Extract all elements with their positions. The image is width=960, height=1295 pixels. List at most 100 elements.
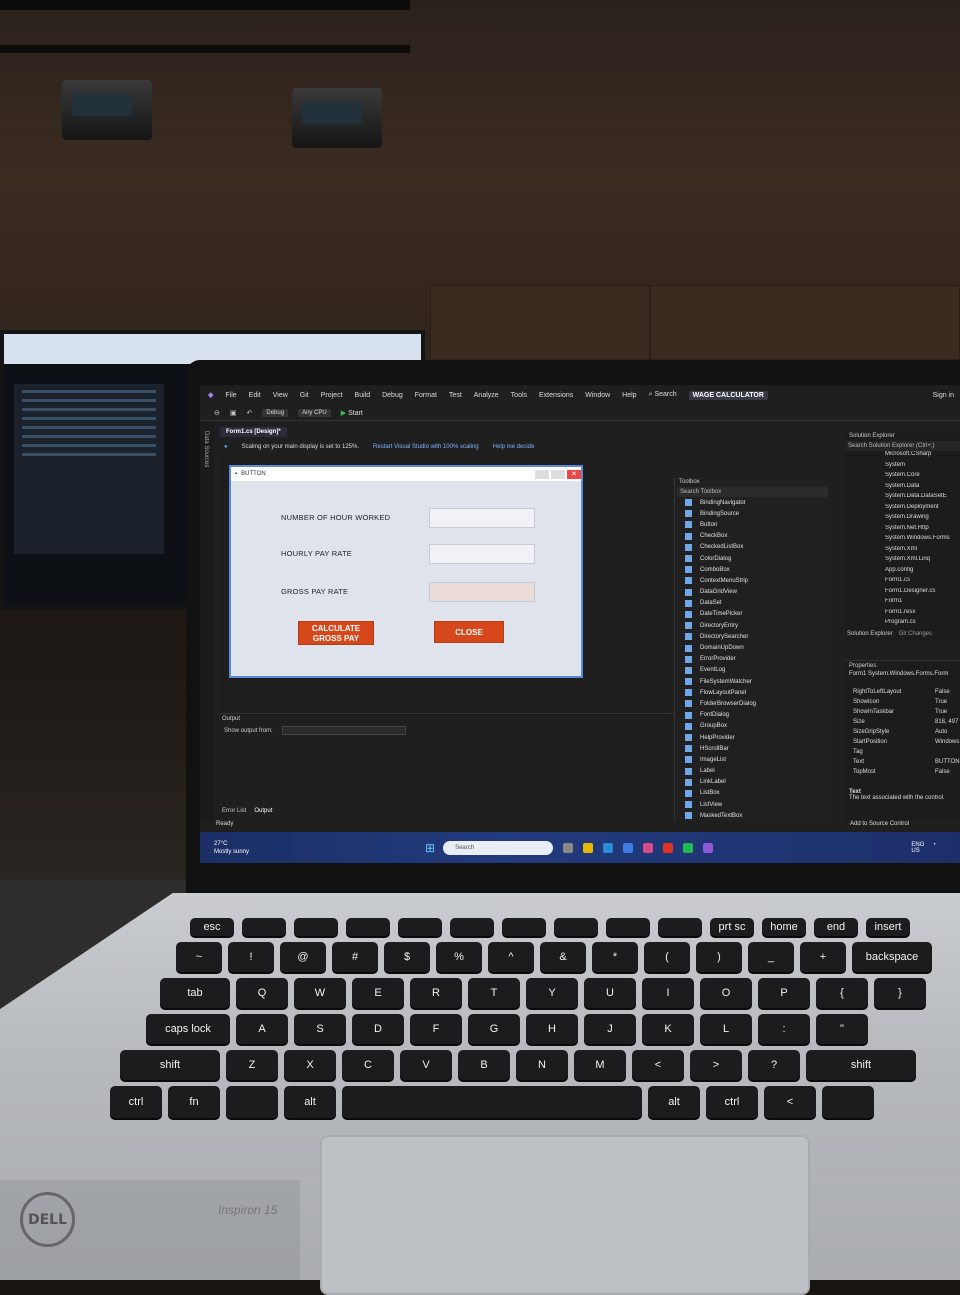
toolbox-item[interactable]: HScrollBar (675, 743, 830, 754)
keyboard-key[interactable]: ctrl (706, 1086, 758, 1118)
keyboard-key[interactable]: L (700, 1014, 752, 1044)
solution-item[interactable]: System.Data.DataSetE (845, 493, 960, 504)
minimize-icon[interactable] (535, 469, 549, 479)
toolbox-item[interactable]: ComboBox (675, 564, 830, 575)
keyboard-key[interactable] (226, 1086, 278, 1118)
close-button[interactable]: CLOSE (434, 621, 504, 643)
toolbox-item[interactable]: Label (675, 766, 830, 777)
keyboard-key[interactable]: T (468, 978, 520, 1008)
keyboard-key[interactable]: < (632, 1050, 684, 1080)
property-row[interactable]: ShowInTaskbar True (845, 709, 960, 719)
menu-format[interactable]: Format (415, 392, 437, 399)
keyboard-key[interactable]: D (352, 1014, 404, 1044)
keyboard-key[interactable]: S (294, 1014, 346, 1044)
windows-start-icon[interactable]: ⊞ (425, 841, 435, 855)
property-row[interactable]: StartPosition Windows (845, 739, 960, 749)
menu-extensions[interactable]: Extensions (539, 392, 573, 399)
keyboard-key[interactable]: * (592, 942, 638, 972)
keyboard-key[interactable]: % (436, 942, 482, 972)
solution-item[interactable]: System.Drawing (845, 514, 960, 525)
keyboard-key[interactable]: insert (866, 918, 910, 936)
solution-item[interactable]: System.Core (845, 472, 960, 483)
keyboard-key[interactable]: W (294, 978, 346, 1008)
toolbox-item[interactable]: GroupBox (675, 721, 830, 732)
keyboard-key[interactable]: caps lock (146, 1014, 230, 1044)
property-row[interactable]: Size 818, 497 (845, 719, 960, 729)
help-decide-link[interactable]: Help me decide (493, 444, 535, 450)
keyboard-key[interactable]: home (762, 918, 806, 936)
solution-item[interactable]: System.Net.Http (845, 525, 960, 536)
keyboard-key[interactable]: N (516, 1050, 568, 1080)
hours-input[interactable] (429, 508, 535, 528)
config-select[interactable]: Debug (262, 408, 289, 417)
keyboard-key[interactable]: G (468, 1014, 520, 1044)
toolbox-item[interactable]: ImageList (675, 754, 830, 765)
search-menu[interactable]: ⌕ Search (649, 391, 677, 399)
toolbox-item[interactable]: FolderBrowserDialog (675, 698, 830, 709)
keyboard-key[interactable]: ^ (488, 942, 534, 972)
tab-error-list[interactable]: Error List (222, 808, 246, 814)
keyboard-key[interactable]: Z (226, 1050, 278, 1080)
back-icon[interactable]: ⊖ (214, 409, 220, 417)
keyboard-key[interactable]: P (758, 978, 810, 1008)
instagram-icon[interactable] (643, 842, 654, 853)
save-icon[interactable]: ▣ (230, 409, 237, 417)
keyboard-key[interactable]: esc (190, 918, 234, 936)
tab-git-changes[interactable]: Git Changes (899, 631, 932, 637)
folder-icon[interactable] (583, 842, 594, 853)
toolbox-item[interactable]: ListBox (675, 788, 830, 799)
toolbox-item[interactable]: DomainUpDown (675, 642, 830, 653)
menu-build[interactable]: Build (355, 392, 371, 399)
toolbox-item[interactable]: BindingNavigator (675, 497, 830, 508)
menu-git[interactable]: Git (300, 392, 309, 399)
keyboard-key[interactable] (342, 1086, 642, 1118)
keyboard-key[interactable]: { (816, 978, 868, 1008)
keyboard-key[interactable]: shift (120, 1050, 220, 1080)
property-row[interactable]: TopMost False (845, 769, 960, 779)
edge-icon[interactable] (603, 842, 614, 853)
output-source-select[interactable] (282, 726, 406, 735)
toolbox-item[interactable]: HelpProvider (675, 732, 830, 743)
keyboard-key[interactable]: & (540, 942, 586, 972)
keyboard-key[interactable]: ~ (176, 942, 222, 972)
visual-studio-taskbar-icon[interactable] (703, 842, 714, 853)
property-row[interactable]: Text BUTTON (845, 759, 960, 769)
keyboard-key[interactable]: > (690, 1050, 742, 1080)
spotify-icon[interactable] (683, 842, 694, 853)
restart-scaling-link[interactable]: Restart Visual Studio with 100% scaling (373, 444, 479, 450)
keyboard-key[interactable]: F (410, 1014, 462, 1044)
solution-item[interactable]: System.Xml (845, 546, 960, 557)
keyboard-key[interactable]: J (584, 1014, 636, 1044)
keyboard-key[interactable]: C (342, 1050, 394, 1080)
toolbox-item[interactable]: LinkLabel (675, 777, 830, 788)
toolbox-item[interactable]: ContextMenuStrip (675, 575, 830, 586)
solution-item[interactable]: System.Deployment (845, 504, 960, 515)
keyboard-key[interactable]: alt (284, 1086, 336, 1118)
keyboard-key[interactable]: alt (648, 1086, 700, 1118)
weather-widget[interactable]: 27°C Mostly sunny (214, 840, 249, 856)
tab-form1-design[interactable]: Form1.cs [Design]* (220, 427, 287, 437)
gross-output[interactable] (429, 582, 535, 602)
toolbox-item[interactable]: BindingSource (675, 508, 830, 519)
keyboard-key[interactable]: end (814, 918, 858, 936)
toolbox-item[interactable]: FileSystemWatcher (675, 676, 830, 687)
toolbox-item[interactable]: FlowLayoutPanel (675, 687, 830, 698)
form-preview[interactable]: ▪ BUTTON ✕ NUMBER OF HOUR WORKED HOURLY … (229, 465, 583, 678)
keyboard-key[interactable]: Y (526, 978, 578, 1008)
keyboard-key[interactable]: I (642, 978, 694, 1008)
keyboard-key[interactable]: V (400, 1050, 452, 1080)
keyboard-key[interactable]: backspace (852, 942, 932, 972)
keyboard-key[interactable]: $ (384, 942, 430, 972)
menu-view[interactable]: View (273, 392, 288, 399)
toolbox-item[interactable]: CheckBox (675, 531, 830, 542)
property-row[interactable]: Tag (845, 749, 960, 759)
keyboard-key[interactable]: O (700, 978, 752, 1008)
rate-input[interactable] (429, 544, 535, 564)
keyboard-key[interactable]: Q (236, 978, 288, 1008)
keyboard-key[interactable] (606, 918, 650, 936)
keyboard-key[interactable]: ( (644, 942, 690, 972)
keyboard-key[interactable]: M (574, 1050, 626, 1080)
keyboard-key[interactable] (398, 918, 442, 936)
touchpad[interactable] (320, 1135, 810, 1295)
keyboard-key[interactable]: A (236, 1014, 288, 1044)
